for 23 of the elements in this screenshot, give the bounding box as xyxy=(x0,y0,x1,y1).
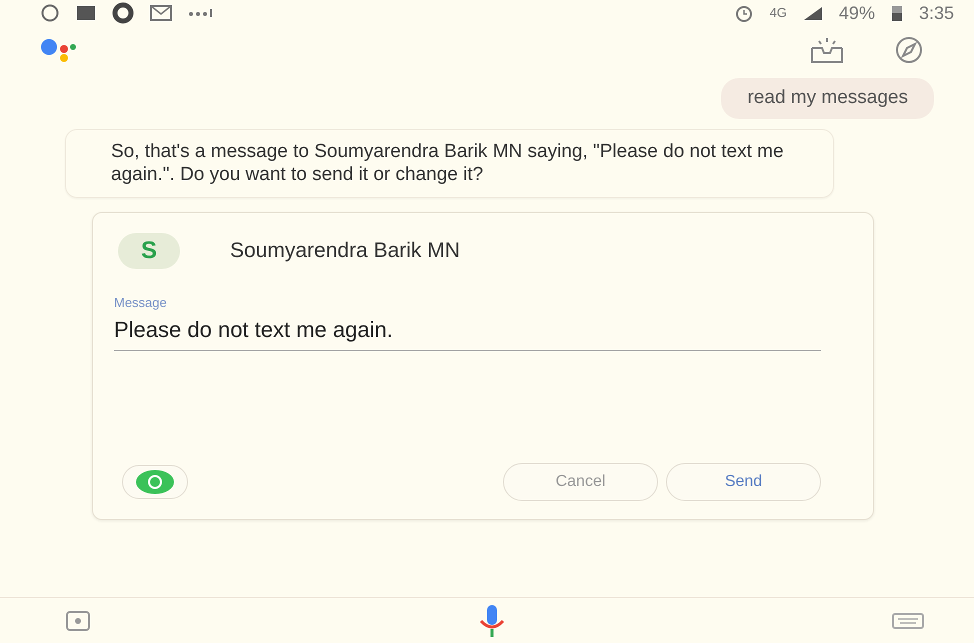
contact-name: Soumyarendra Barik MN xyxy=(230,238,460,264)
lens-icon[interactable] xyxy=(65,610,91,632)
keyboard-icon[interactable] xyxy=(892,610,924,630)
circle-icon xyxy=(112,2,134,24)
cancel-button[interactable]: Cancel xyxy=(503,463,658,501)
send-button[interactable]: Send xyxy=(666,463,821,501)
user-message: read my messages xyxy=(721,78,934,118)
contact-avatar: S xyxy=(118,233,180,269)
message-input[interactable]: Please do not text me again. xyxy=(114,312,821,350)
battery-icon xyxy=(890,4,903,22)
clock-time: 3:35 xyxy=(918,2,954,24)
network-type: 4G xyxy=(770,4,787,22)
compass-icon[interactable] xyxy=(894,35,924,65)
alarm-icon xyxy=(734,3,754,23)
image-icon xyxy=(76,5,96,21)
mail-icon xyxy=(150,5,172,21)
battery-percent: 49% xyxy=(838,2,875,24)
field-label: Message xyxy=(114,294,168,312)
assistant-message: So, that's a message to Soumyarendra Barik MN saying, "Please do not text me again.". Do you want to send it or change it? xyxy=(65,128,834,198)
whatsapp-button[interactable] xyxy=(122,465,188,499)
signal-icon xyxy=(802,5,823,21)
dots-icon xyxy=(188,8,214,18)
inbox-icon[interactable] xyxy=(810,36,844,64)
